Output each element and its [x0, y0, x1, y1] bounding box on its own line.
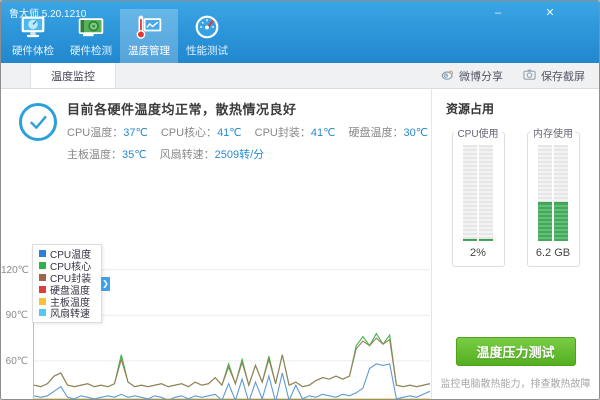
- status-headline: 目前各硬件温度均正常，散热情况良好: [67, 102, 297, 117]
- stat-item: CPU封装：41℃: [254, 127, 336, 139]
- tab-label: 硬件体检: [12, 45, 54, 57]
- legend-swatch: [39, 309, 46, 317]
- check-circle-icon: [19, 103, 57, 141]
- tab-label: 硬件检测: [70, 45, 112, 57]
- temperature-stress-test-button[interactable]: 温度压力测试: [455, 337, 576, 366]
- monitor-icon: [19, 13, 47, 41]
- tab-label: 性能测试: [186, 45, 228, 57]
- stats-row-2: 主板温度：35℃ 风扇转速：2509转/分: [67, 146, 441, 162]
- tab-label: 温度管理: [128, 45, 170, 57]
- close-button[interactable]: ✕: [541, 6, 559, 21]
- memory-usage-value: 6.2 GB: [535, 247, 571, 259]
- stat-item: 硬盘温度：30℃: [348, 127, 429, 139]
- legend-swatch: [39, 285, 46, 293]
- save-screenshot-button[interactable]: 保存截屏: [523, 68, 585, 84]
- stat-item: CPU温度：37℃: [67, 127, 148, 139]
- titlebar: 鲁大师 5.20.1210 – ✕ 硬件体检 硬件检测 温度管理 性能测试: [1, 1, 599, 63]
- series-line-CPU封装: [34, 337, 430, 388]
- legend-swatch: [39, 273, 46, 281]
- weibo-icon: [441, 68, 454, 84]
- y-tick-label: 120℃: [1, 264, 29, 276]
- main-nav-tabs: 硬件体检 硬件检测 温度管理 性能测试: [4, 9, 236, 63]
- sub-navigation-bar: 温度监控 微博分享 保存截屏: [1, 63, 599, 89]
- legend-swatch: [39, 262, 46, 270]
- stat-item: CPU核心：41℃: [160, 127, 242, 139]
- tab-temperature-manage[interactable]: 温度管理: [120, 9, 178, 63]
- cpu-usage-label: CPU使用: [457, 129, 499, 140]
- status-summary: 目前各硬件温度均正常，散热情况良好 CPU温度：37℃ CPU核心：41℃ CPU封…: [1, 89, 431, 162]
- legend-collapse-arrow-icon[interactable]: ❯: [101, 277, 110, 291]
- stats-row-1: CPU温度：37℃ CPU核心：41℃ CPU封装：41℃ 硬盘温度：30℃: [67, 124, 441, 140]
- cpu-usage-value: 2%: [470, 247, 486, 259]
- y-tick-label: 60℃: [5, 355, 28, 367]
- gpu-card-icon: [77, 13, 105, 41]
- memory-usage-bar: [538, 145, 568, 241]
- speedometer-icon: [193, 13, 221, 41]
- legend-item-风扇转速[interactable]: 风扇转速: [39, 307, 101, 321]
- tab-hardware-checkup[interactable]: 硬件体检: [4, 9, 62, 63]
- legend-swatch: [39, 250, 46, 258]
- sidebar-caption: 监控电脑散热能力，排查散热故障: [440, 379, 591, 390]
- cpu-usage-bar: [463, 145, 493, 241]
- tab-hardware-detect[interactable]: 硬件检测: [62, 9, 120, 63]
- weibo-share-label: 微博分享: [459, 70, 503, 83]
- chart-legend: ❯ CPU温度 CPU核心 CPU封装 硬盘温度 主板温度 风扇转速: [32, 244, 110, 323]
- save-screenshot-label: 保存截屏: [541, 70, 585, 83]
- temperature-chart: 120℃90℃60℃30℃0℃ ❯ CPU温度CPU核心CPU封装硬盘温度主板温…: [1, 244, 431, 399]
- thermometer-icon: [135, 13, 163, 41]
- subtab-temperature-monitor[interactable]: 温度监控: [30, 63, 116, 88]
- series-line-CPU温度: [34, 363, 430, 399]
- y-tick-label: 90℃: [5, 310, 28, 322]
- stat-item: 风扇转速：2509转/分: [159, 149, 265, 161]
- temperature-monitor-panel: 目前各硬件温度均正常，散热情况良好 CPU温度：37℃ CPU核心：41℃ CPU封…: [1, 89, 431, 399]
- camera-icon: [523, 68, 536, 84]
- app-window: 鲁大师 5.20.1210 – ✕ 硬件体检 硬件检测 温度管理 性能测试 温度…: [0, 0, 600, 400]
- minimize-button[interactable]: –: [489, 6, 507, 21]
- series-line-CPU核心: [34, 332, 430, 388]
- memory-usage-gauge: 内存使用 6.2 GB: [526, 125, 580, 267]
- cpu-usage-gauge: CPU使用 2%: [451, 125, 505, 267]
- resource-usage-title: 资源占用: [446, 102, 495, 116]
- resource-usage-sidebar: 资源占用 CPU使用 2% 内存使用 6.2 GB 温度压力测试 监控电脑散热能…: [431, 89, 599, 399]
- memory-usage-label: 内存使用: [533, 129, 573, 140]
- chart-plot-area: ❯ CPU温度 CPU核心 CPU封装 硬盘温度 主板温度 风扇转速: [32, 244, 430, 399]
- legend-swatch: [39, 297, 46, 305]
- weibo-share-button[interactable]: 微博分享: [441, 68, 503, 84]
- stat-item: 主板温度：35℃: [67, 149, 147, 161]
- legend-label: 风扇转速: [50, 309, 90, 321]
- tab-performance-test[interactable]: 性能测试: [178, 9, 236, 63]
